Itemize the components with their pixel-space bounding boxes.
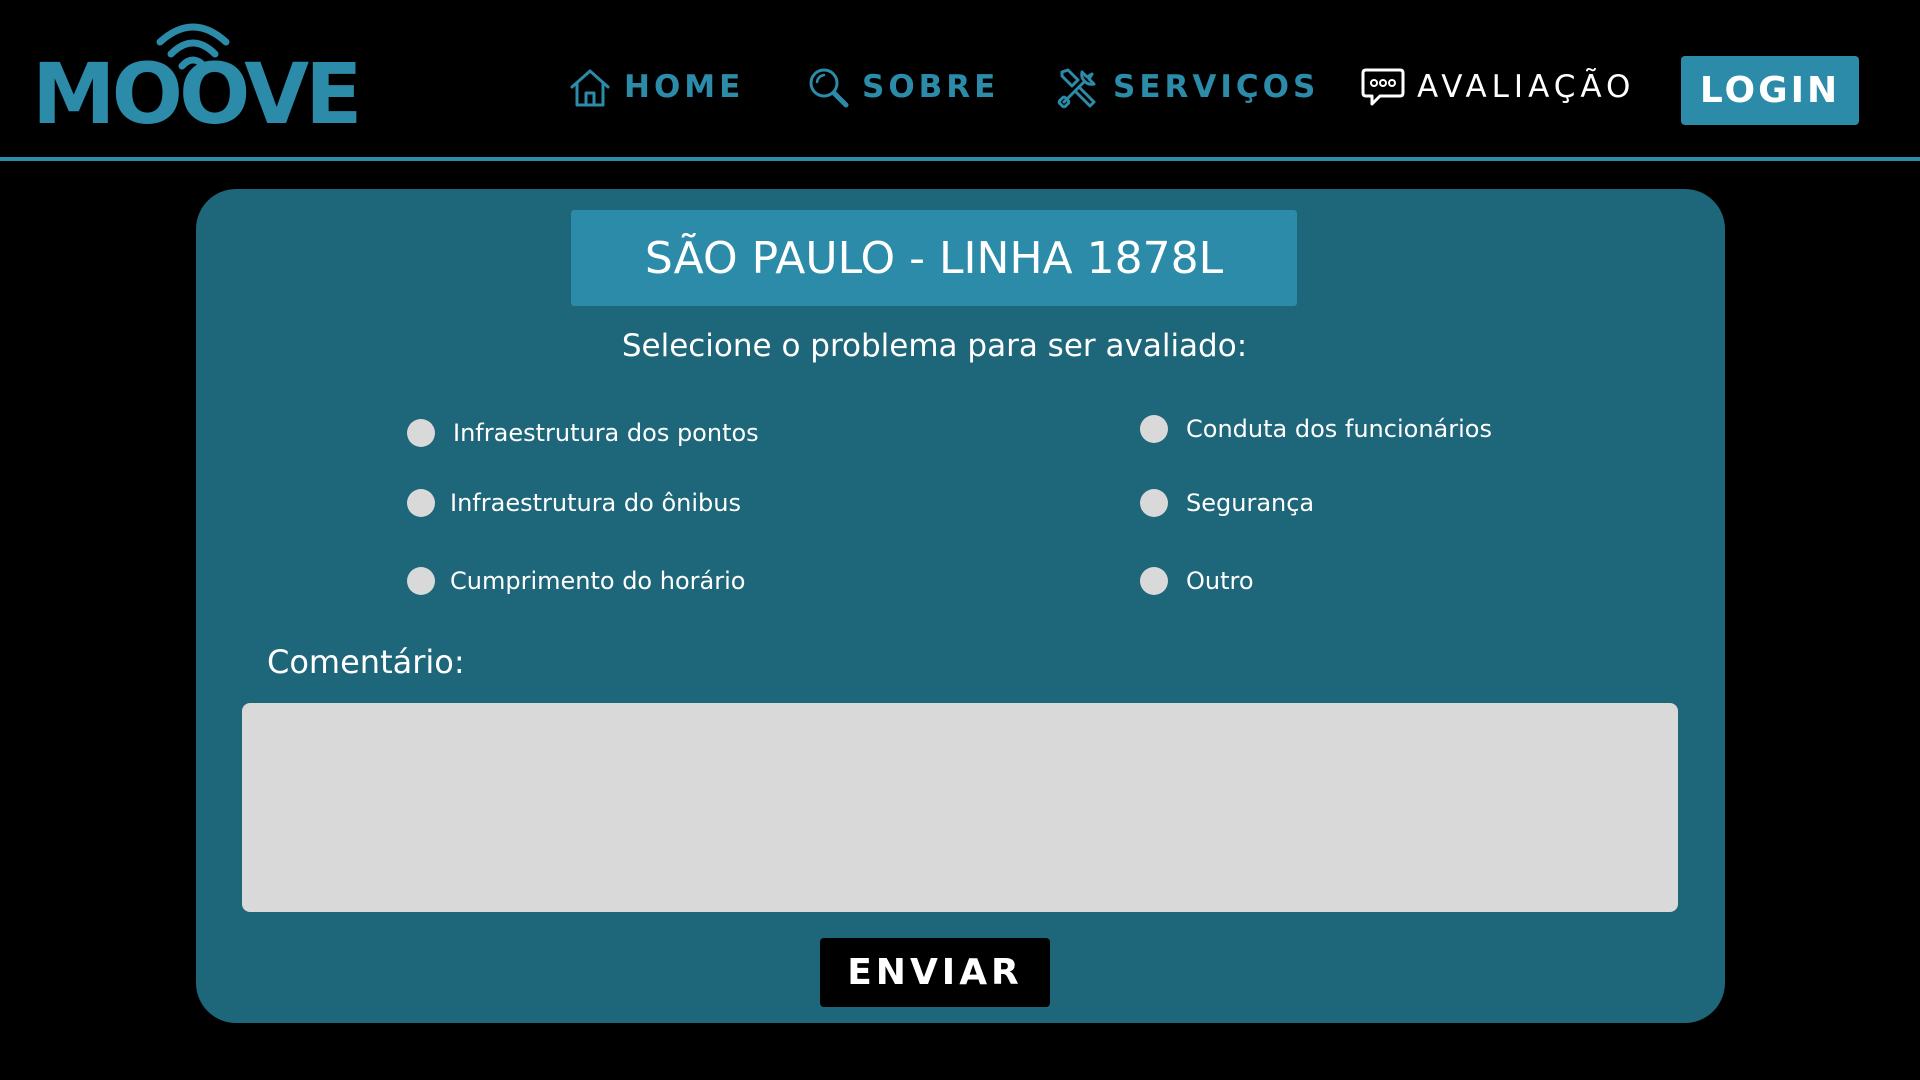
nav-home-label: HOME	[624, 69, 745, 105]
nav-servicos[interactable]: SERVIÇOS	[1055, 57, 1319, 117]
search-icon	[804, 63, 852, 111]
option-label: Outro	[1186, 567, 1254, 595]
option-conduta-funcionarios[interactable]: Conduta dos funcionários	[1140, 415, 1492, 443]
header: MOOVE HOME SOBRE SERVIÇOS AVALIAÇÃO LOGI…	[0, 0, 1920, 161]
nav-sobre[interactable]: SOBRE	[804, 57, 999, 117]
radio-button[interactable]	[407, 567, 435, 595]
moove-logo[interactable]: MOOVE	[32, 18, 363, 136]
option-outro[interactable]: Outro	[1140, 567, 1254, 595]
nav-home[interactable]: HOME	[566, 57, 744, 117]
login-button[interactable]: LOGIN	[1681, 56, 1859, 125]
line-title: SÃO PAULO - LINHA 1878L	[571, 210, 1297, 306]
send-button[interactable]: ENVIAR	[820, 938, 1050, 1007]
option-label: Segurança	[1186, 489, 1315, 517]
header-divider	[0, 157, 1920, 161]
nav-sobre-label: SOBRE	[862, 69, 1000, 105]
radio-button[interactable]	[407, 419, 435, 447]
nav-avaliacao[interactable]: AVALIAÇÃO	[1359, 57, 1635, 117]
radio-button[interactable]	[407, 489, 435, 517]
option-label: Conduta dos funcionários	[1186, 415, 1492, 443]
option-label: Infraestrutura dos pontos	[453, 419, 759, 447]
tools-icon	[1055, 63, 1103, 111]
radio-button[interactable]	[1140, 489, 1168, 517]
option-label: Cumprimento do horário	[450, 567, 746, 595]
chat-bubble-icon	[1359, 63, 1407, 111]
home-icon	[566, 63, 614, 111]
radio-button[interactable]	[1140, 567, 1168, 595]
evaluation-card: SÃO PAULO - LINHA 1878L Selecione o prob…	[196, 189, 1725, 1023]
radio-button[interactable]	[1140, 415, 1168, 443]
option-label: Infraestrutura do ônibus	[450, 489, 741, 517]
option-infraestrutura-pontos[interactable]: Infraestrutura dos pontos	[407, 419, 759, 447]
option-seguranca[interactable]: Segurança	[1140, 489, 1314, 517]
option-cumprimento-horario[interactable]: Cumprimento do horário	[407, 567, 745, 595]
nav-avaliacao-label: AVALIAÇÃO	[1417, 69, 1636, 105]
nav-servicos-label: SERVIÇOS	[1113, 69, 1320, 105]
form-subtitle: Selecione o problema para ser avaliado:	[621, 328, 1248, 364]
option-infraestrutura-onibus[interactable]: Infraestrutura do ônibus	[407, 489, 741, 517]
comment-textarea[interactable]	[242, 703, 1678, 912]
comment-label: Comentário:	[267, 643, 465, 681]
logo-text: MOOVE	[32, 45, 363, 143]
